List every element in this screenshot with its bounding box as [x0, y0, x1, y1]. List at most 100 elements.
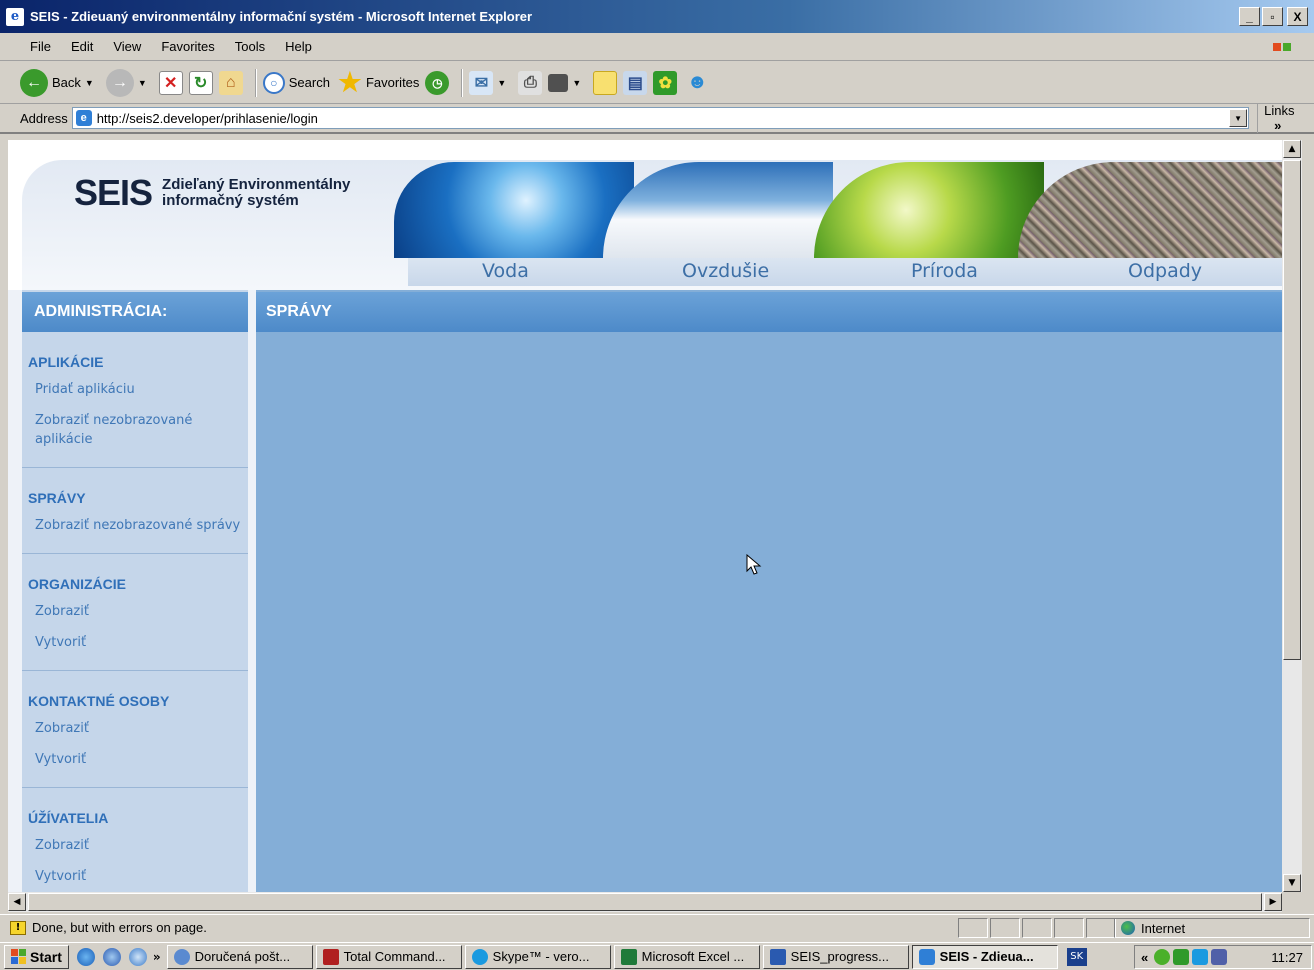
section-title: ORGANIZÁCIE — [28, 576, 126, 592]
icq-flower-icon[interactable] — [1173, 949, 1190, 965]
tab-voda[interactable]: Voda — [482, 260, 529, 282]
sidebar-link-nezobrazovane-spravy[interactable]: Zobraziť nezobrazované správy — [35, 516, 248, 535]
icq-button[interactable]: ✿ — [653, 70, 678, 95]
tab-ovzdusie[interactable]: Ovzdušie — [682, 260, 769, 282]
main-content: SPRÁVY — [256, 290, 1282, 892]
mail-icon: ✉ — [469, 70, 494, 95]
tray-expand-icon[interactable]: « — [1141, 950, 1148, 965]
links-button[interactable]: Links » — [1257, 103, 1314, 133]
close-button[interactable]: X — [1287, 7, 1308, 26]
favorites-button[interactable]: ★ Favorites — [336, 67, 419, 97]
messenger-button[interactable]: ☻ — [683, 69, 711, 97]
window-controls: _ ▫ X — [1239, 7, 1308, 26]
sidebar-link-vytvorit[interactable]: Vytvoriť — [35, 867, 248, 886]
scroll-down-icon[interactable]: ▼ — [1283, 874, 1301, 892]
sidebar-section-kontaktne-osoby: KONTAKTNÉ OSOBY Zobraziť Vytvoriť — [22, 671, 248, 788]
outlook-quicklaunch-icon[interactable] — [102, 947, 121, 966]
edit-dropdown-icon[interactable]: ▼ — [572, 78, 581, 88]
address-dropdown-icon[interactable]: ▼ — [1229, 109, 1248, 127]
mail-dropdown-icon[interactable]: ▼ — [497, 78, 506, 88]
sidebar-link-zobrazit[interactable]: Zobraziť — [35, 836, 248, 855]
history-button[interactable]: ◷ — [425, 70, 450, 95]
back-arrow-icon: ← — [20, 68, 48, 97]
refresh-button[interactable]: ↻ — [188, 70, 213, 95]
icq-flower-icon: ✿ — [653, 70, 678, 95]
sidebar-section-spravy: SPRÁVY Zobraziť nezobrazované správy — [22, 468, 248, 554]
horizontal-scrollbar[interactable]: ◀ ▶ — [8, 892, 1282, 912]
tab-priroda[interactable]: Príroda — [911, 260, 978, 282]
mail-button[interactable]: ✉ ▼ — [469, 70, 512, 95]
back-button[interactable]: ← Back ▼ — [20, 68, 100, 97]
status-bar: ! Done, but with errors on page. Interne… — [0, 914, 1314, 940]
task-button-active[interactable]: SEIS - Zdieua... — [911, 944, 1058, 969]
language-indicator[interactable]: SK — [1066, 947, 1087, 966]
forward-button[interactable]: → ▼ — [105, 68, 153, 97]
task-button[interactable]: Total Command... — [315, 944, 462, 969]
desktop-quicklaunch-icon[interactable] — [128, 947, 147, 966]
ie-icon — [918, 948, 935, 965]
sidebar-link-nezobrazovane-aplikacie[interactable]: Zobraziť nezobrazované aplikácie — [35, 411, 248, 449]
site-logo[interactable]: SEIS Zdieľaný Environmentálny informačný… — [74, 172, 350, 214]
task-button[interactable]: Microsoft Excel ... — [613, 944, 760, 969]
windows-logo-icon — [11, 949, 26, 964]
edit-button[interactable]: ▼ — [548, 73, 587, 92]
sidebar-link-zobrazit[interactable]: Zobraziť — [35, 602, 248, 621]
monitor-icon[interactable] — [1211, 949, 1228, 965]
globe-icon — [1121, 921, 1135, 935]
menu-favorites[interactable]: Favorites — [151, 37, 224, 56]
stop-icon: ✕ — [158, 70, 183, 95]
back-label: Back — [52, 75, 81, 90]
menu-view[interactable]: View — [103, 37, 151, 56]
stop-button[interactable]: ✕ — [158, 70, 183, 95]
vertical-scrollbar[interactable]: ▲ ▼ — [1282, 140, 1302, 892]
horizontal-scroll-thumb[interactable] — [28, 893, 1262, 911]
notes-button[interactable] — [593, 70, 618, 95]
address-url: http://seis2.developer/prihlasenie/login — [96, 110, 318, 126]
sidebar-section-organizacie: ORGANIZÁCIE Zobraziť Vytvoriť — [22, 554, 248, 671]
ie-quicklaunch-icon[interactable] — [76, 947, 95, 966]
edit-icon — [548, 73, 569, 92]
start-label: Start — [30, 948, 62, 965]
status-pane — [990, 918, 1020, 938]
tab-odpady[interactable]: Odpady — [1128, 260, 1202, 282]
status-pane — [1086, 918, 1116, 938]
section-title: APLIKÁCIE — [28, 354, 104, 370]
home-button[interactable]: ⌂ — [218, 70, 243, 95]
task-label: Total Command... — [343, 949, 446, 964]
vertical-scroll-thumb[interactable] — [1283, 160, 1301, 660]
minimize-button[interactable]: _ — [1239, 7, 1260, 26]
window-title-bar: e SEIS - Zdieuaný environmentálny inform… — [0, 0, 1314, 33]
research-button[interactable]: ▤ — [623, 70, 648, 95]
sidebar-link-vytvorit[interactable]: Vytvoriť — [35, 750, 248, 769]
task-button[interactable]: Skype™ - vero... — [464, 944, 611, 969]
start-button[interactable]: Start — [4, 944, 69, 969]
scroll-up-icon[interactable]: ▲ — [1283, 140, 1301, 158]
shield-icon[interactable] — [1154, 949, 1171, 965]
search-button[interactable]: ○ Search — [262, 71, 330, 94]
sidebar-link-pridat-aplikaciu[interactable]: Pridať aplikáciu — [35, 380, 248, 399]
menu-tools[interactable]: Tools — [225, 37, 275, 56]
menu-file[interactable]: File — [20, 37, 61, 56]
scroll-left-icon[interactable]: ◀ — [8, 893, 26, 911]
warning-icon[interactable]: ! — [10, 920, 26, 935]
print-button[interactable]: ⎙ — [518, 70, 543, 95]
star-icon: ★ — [338, 67, 362, 97]
back-dropdown-icon[interactable]: ▼ — [85, 78, 94, 88]
mouse-cursor-icon — [746, 554, 762, 575]
logo-subtitle-line1: Zdieľaný Environmentálny — [162, 176, 351, 193]
window-title: SEIS - Zdieuaný environmentálny informač… — [30, 9, 533, 24]
menu-edit[interactable]: Edit — [61, 37, 103, 56]
quicklaunch-more-icon[interactable]: » — [153, 950, 161, 964]
clock[interactable]: 11:27 — [1271, 950, 1303, 965]
network-icon[interactable] — [1192, 949, 1209, 965]
sidebar-link-zobrazit[interactable]: Zobraziť — [35, 719, 248, 738]
menu-help[interactable]: Help — [275, 37, 322, 56]
scroll-right-icon[interactable]: ▶ — [1264, 893, 1282, 911]
address-input[interactable]: e http://seis2.developer/prihlasenie/log… — [71, 107, 1250, 129]
site-header: SEIS Zdieľaný Environmentálny informačný… — [8, 140, 1282, 290]
task-button[interactable]: SEIS_progress... — [762, 944, 909, 969]
forward-dropdown-icon[interactable]: ▼ — [138, 78, 147, 88]
task-button[interactable]: Doručená pošt... — [166, 944, 313, 969]
restore-button[interactable]: ▫ — [1262, 7, 1283, 26]
sidebar-link-vytvorit[interactable]: Vytvoriť — [35, 633, 248, 652]
